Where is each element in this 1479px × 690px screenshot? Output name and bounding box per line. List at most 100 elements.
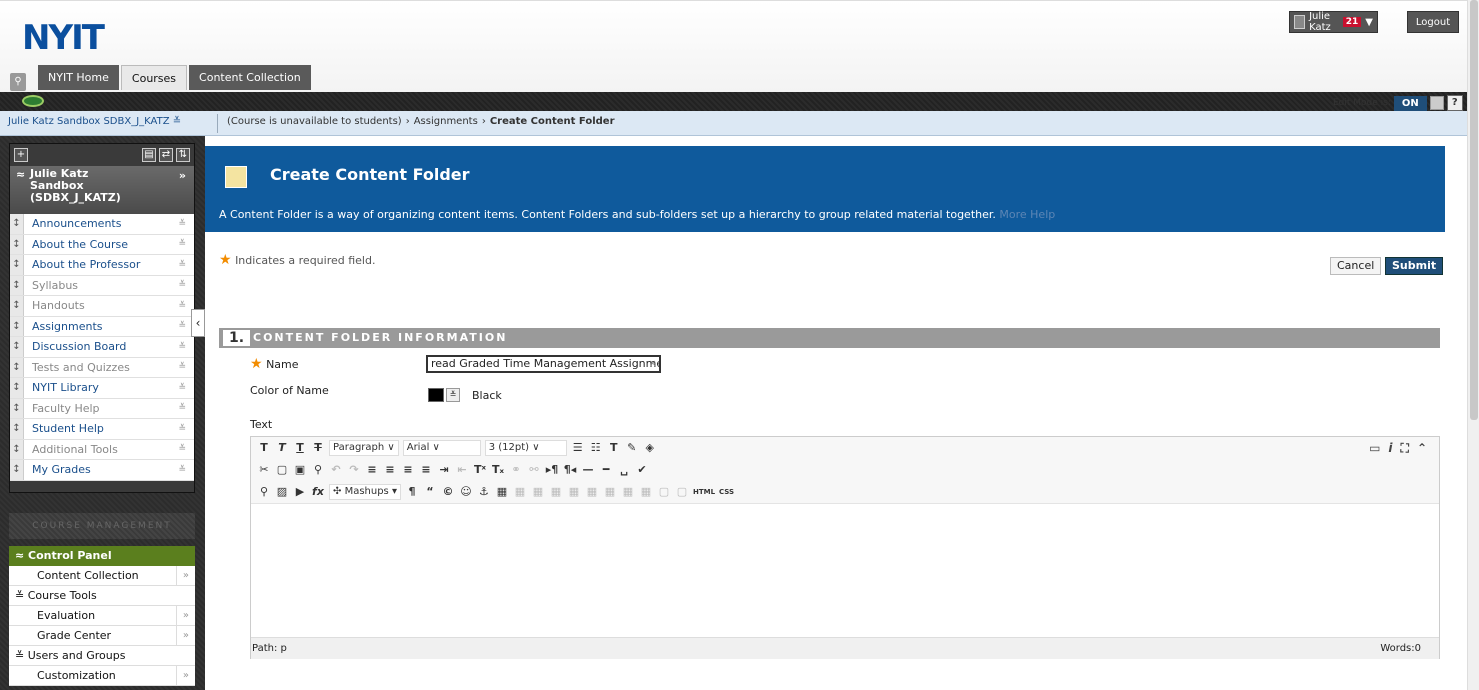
attach-icon[interactable]: ⚲ — [257, 484, 271, 500]
copy-icon[interactable]: ▢ — [275, 462, 289, 478]
scrollbar-thumb[interactable] — [1470, 0, 1478, 420]
cancel-button[interactable]: Cancel — [1330, 257, 1382, 275]
underline-icon[interactable]: T — [293, 440, 307, 456]
cp-course-tools[interactable]: ≚ Course Tools — [9, 586, 195, 606]
cp-evaluation[interactable]: Evaluation » — [9, 606, 195, 626]
more-help-link[interactable]: More Help — [999, 208, 1055, 221]
css-icon[interactable]: CSS — [719, 484, 734, 500]
sidebar-item[interactable]: ↕ NYIT Library ≚ — [10, 378, 194, 399]
name-input[interactable]: read Graded Time Management Assignme — [426, 355, 661, 373]
italic-icon[interactable]: T — [275, 440, 289, 456]
paragraph-select[interactable]: Paragraph ∨ — [329, 440, 399, 456]
merge-cell-icon[interactable]: ▦ — [639, 484, 653, 500]
user-menu[interactable]: Julie Katz 21 ▼ — [1289, 11, 1378, 33]
copyright-icon[interactable]: © — [441, 484, 455, 500]
cp-grade-center[interactable]: Grade Center » — [9, 626, 195, 646]
drag-handle-icon[interactable]: ↕ — [10, 419, 24, 439]
drag-handle-icon[interactable]: ↕ — [10, 255, 24, 275]
font-color-icon[interactable]: T — [607, 440, 621, 456]
table-icon[interactable]: ▦ — [495, 484, 509, 500]
cell-props-icon[interactable]: ▢ — [657, 484, 671, 500]
emoticon-icon[interactable]: ☺ — [459, 484, 473, 500]
align-center-icon[interactable]: ≡ — [383, 462, 397, 478]
fullscreen-icon[interactable]: ⛶ — [1401, 441, 1409, 456]
size-select[interactable]: 3 (12pt) ∨ — [484, 440, 567, 456]
math-icon[interactable]: fx — [311, 484, 325, 500]
edit-mode-on[interactable]: ON — [1393, 95, 1427, 111]
folder-view-icon[interactable]: ▤ — [142, 148, 156, 162]
reorder-icon[interactable]: ⇅ — [176, 148, 190, 162]
drag-handle-icon[interactable]: ↕ — [10, 337, 24, 357]
nyit-logo[interactable]: NYIT — [22, 18, 105, 58]
color-swatch[interactable] — [428, 388, 444, 402]
chevron-down-icon[interactable]: ≚ — [178, 321, 186, 331]
help-icon[interactable]: ? — [1446, 95, 1463, 111]
sidebar-item[interactable]: ↕ Syllabus ≚ — [10, 275, 194, 296]
tab-content-collection[interactable]: Content Collection — [189, 65, 311, 90]
redo-icon[interactable]: ↷ — [347, 462, 361, 478]
unlink-icon[interactable]: ⚯ — [527, 462, 541, 478]
drag-handle-icon[interactable]: ↕ — [10, 275, 24, 295]
sidebar-item[interactable]: ↕ Student Help ≚ — [10, 419, 194, 440]
eraser-icon[interactable]: ◈ — [643, 440, 657, 456]
drag-handle-icon[interactable]: ↕ — [10, 234, 24, 254]
insert-row-icon[interactable]: ▦ — [549, 484, 563, 500]
spellcheck-icon[interactable]: ✔ — [635, 462, 649, 478]
drag-handle-icon[interactable]: ↕ — [10, 460, 24, 480]
drag-handle-icon[interactable]: ↕ — [10, 378, 24, 398]
highlight-icon[interactable]: ✎ — [625, 440, 639, 456]
sidebar-item[interactable]: ↕ Handouts ≚ — [10, 296, 194, 317]
bullet-list-icon[interactable]: ☰ — [571, 440, 585, 456]
subscript-icon[interactable]: Tₓ — [491, 462, 505, 478]
pin-icon[interactable]: ⚲ — [10, 73, 26, 91]
cut-icon[interactable]: ✂ — [257, 462, 271, 478]
collapse-menu-button[interactable]: ‹ — [191, 309, 205, 337]
drag-handle-icon[interactable]: ↕ — [10, 214, 24, 234]
insert-col-icon[interactable]: ▦ — [585, 484, 599, 500]
clear-icon[interactable]: × — [649, 359, 657, 369]
sidebar-item[interactable]: ↕ Assignments ≚ — [10, 316, 194, 337]
eye-icon[interactable] — [22, 95, 44, 107]
color-dropdown-icon[interactable]: ≚ — [446, 388, 460, 402]
submit-button[interactable]: Submit — [1385, 257, 1444, 275]
anchor-icon[interactable]: ⚓ — [477, 484, 491, 500]
font-select[interactable]: Arial ∨ — [402, 440, 481, 456]
breadcrumb-item[interactable]: Assignments — [414, 116, 478, 127]
media-icon[interactable]: ▶ — [293, 484, 307, 500]
sidebar-item[interactable]: ↕ About the Professor ≚ — [10, 255, 194, 276]
chevron-down-icon[interactable]: ≚ — [178, 403, 186, 413]
find-icon[interactable]: ⚲ — [311, 462, 325, 478]
horizontal-rule-icon[interactable]: — — [581, 462, 595, 478]
control-panel-header[interactable]: ≈ Control Panel — [9, 546, 195, 566]
blockquote-icon[interactable]: “ — [423, 484, 437, 500]
cp-customization[interactable]: Customization » — [9, 666, 195, 686]
cp-content-collection[interactable]: Content Collection » — [9, 566, 195, 586]
strikethrough-icon[interactable]: T — [311, 440, 325, 456]
link-icon[interactable]: ⚭ — [509, 462, 523, 478]
indent-icon[interactable]: ⇥ — [437, 462, 451, 478]
chevron-down-icon[interactable]: ≚ — [178, 362, 186, 372]
chevron-down-icon[interactable]: ≚ — [178, 260, 186, 270]
row-props-icon[interactable]: ▢ — [675, 484, 689, 500]
page-scrollbar[interactable] — [1467, 0, 1479, 690]
chevron-down-icon[interactable]: ≚ — [178, 342, 186, 352]
course-title[interactable]: ≈ Julie Katz Sandbox (SDBX_J_KATZ) » — [10, 166, 194, 214]
delete-col-icon[interactable]: ▦ — [603, 484, 617, 500]
bold-icon[interactable]: T — [257, 440, 271, 456]
sidebar-item[interactable]: ↕ Discussion Board ≚ — [10, 337, 194, 358]
drag-handle-icon[interactable]: ↕ — [10, 398, 24, 418]
delete-row-icon[interactable]: ▦ — [567, 484, 581, 500]
drag-handle-icon[interactable]: ↕ — [10, 357, 24, 377]
info-icon[interactable]: i — [1388, 441, 1392, 456]
html-icon[interactable]: HTML — [693, 484, 715, 500]
undo-icon[interactable]: ↶ — [329, 462, 343, 478]
logout-button[interactable]: Logout — [1407, 11, 1459, 33]
chevron-down-icon[interactable]: ≚ — [178, 424, 186, 434]
ltr-icon[interactable]: ▸¶ — [545, 462, 559, 478]
add-menu-item-icon[interactable]: + — [14, 148, 28, 162]
sidebar-item[interactable]: ↕ About the Course ≚ — [10, 234, 194, 255]
edit-mode-switch[interactable] — [1429, 96, 1444, 110]
sidebar-item[interactable]: ↕ Tests and Quizzes ≚ — [10, 357, 194, 378]
chevron-down-icon[interactable]: ≚ — [178, 444, 186, 454]
cp-users-groups[interactable]: ≚ Users and Groups — [9, 646, 195, 666]
